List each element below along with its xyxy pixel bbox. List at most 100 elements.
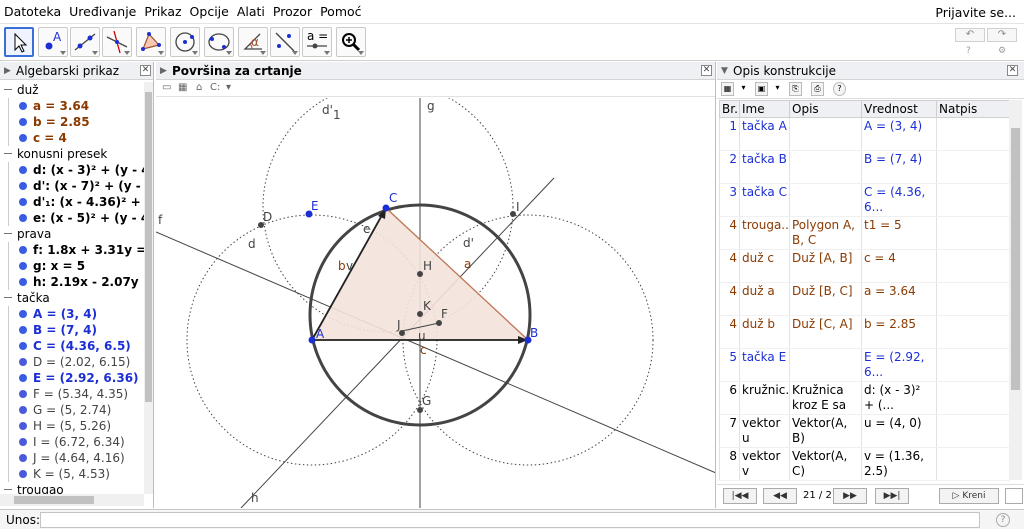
axes-toggle-icon[interactable]: ▭ [162, 82, 171, 93]
algebra-item[interactable]: I = (6.72, 6.34) [0, 434, 144, 450]
collapse-arrow-icon[interactable]: ▼ [721, 62, 728, 80]
column-header[interactable]: Opis [789, 100, 862, 118]
circle-tool-button[interactable] [170, 27, 200, 57]
visibility-toggle-icon[interactable] [19, 374, 27, 382]
print-icon[interactable]: ⎙ [811, 82, 824, 96]
menu-view[interactable]: Prikaz [140, 4, 185, 19]
algebra-item[interactable]: a = 3.64 [0, 98, 144, 114]
algebra-item[interactable]: D = (2.02, 6.15) [0, 354, 144, 370]
construction-row[interactable]: 4 duž c Duž [A, B] c = 4 [719, 249, 1010, 283]
export-icon[interactable]: ⎘ [789, 82, 802, 96]
construction-row[interactable]: 8 vektor v Vektor(A, C) v = (1.36, 2.5) [719, 447, 1010, 481]
construction-row[interactable]: 7 vektor u Vektor(A, B) u = (4, 0) [719, 414, 1010, 448]
construction-header[interactable]: ▼ Opis konstrukcije [717, 62, 1024, 80]
construction-row[interactable]: 4 trouga... Polygon A, B, Ct1 = 5 [719, 216, 1010, 250]
chevron-down-icon[interactable]: ▾ [771, 82, 784, 96]
collapse-arrow-icon[interactable]: ▶ [4, 62, 11, 80]
scroll-thumb[interactable] [14, 496, 94, 504]
algebra-view-header[interactable]: ▶ Algebarski prikaz [0, 62, 153, 80]
algebra-item[interactable]: g: x = 5 [0, 258, 144, 274]
algebra-item[interactable]: c = 4 [0, 130, 144, 146]
algebra-item[interactable]: B = (7, 4) [0, 322, 144, 338]
construction-row[interactable]: 5 tačka E E = (2.92, 6... [719, 348, 1010, 382]
input-field[interactable] [40, 512, 980, 528]
zoom-tool-button[interactable] [336, 27, 366, 57]
algebra-item[interactable]: d': (x - 7)² + (y - 4)² = [0, 178, 153, 194]
algebra-category[interactable]: prava [0, 226, 144, 242]
visibility-toggle-icon[interactable] [19, 390, 27, 398]
grid-toggle-icon[interactable]: ▦ [178, 82, 187, 93]
construction-row[interactable]: 4 duž a Duž [B, C] a = 3.64 [719, 282, 1010, 316]
options-icon[interactable]: ▣ [755, 82, 768, 96]
line-tool-button[interactable] [70, 27, 100, 57]
visibility-toggle-icon[interactable] [19, 278, 27, 286]
algebra-item[interactable]: b = 2.85 [0, 114, 144, 130]
visibility-toggle-icon[interactable] [19, 422, 27, 430]
algebra-item[interactable]: f: 1.8x + 3.31y = 24. [0, 242, 153, 258]
algebra-item[interactable]: K = (5, 4.53) [0, 466, 144, 482]
construction-close-button[interactable]: ✕ [1007, 65, 1018, 76]
point-tool-button[interactable]: A [38, 27, 68, 57]
reflect-tool-button[interactable] [270, 27, 300, 57]
algebra-category[interactable]: konusni presek [0, 146, 144, 162]
algebra-item[interactable]: h: 2.19x - 2.07y = 1 [0, 274, 153, 290]
menu-file[interactable]: Datoteka [0, 4, 65, 19]
first-step-button[interactable]: |◀◀ [723, 488, 757, 504]
visibility-toggle-icon[interactable] [19, 214, 27, 222]
move-tool-button[interactable] [4, 27, 34, 57]
input-help-icon[interactable]: ? [996, 513, 1010, 527]
algebra-close-button[interactable]: ✕ [140, 65, 151, 76]
algebra-item[interactable]: J = (4.64, 4.16) [0, 450, 144, 466]
construction-row[interactable]: 4 duž b Duž [C, A] b = 2.85 [719, 315, 1010, 349]
columns-icon[interactable]: ▦ [721, 82, 734, 96]
algebra-item[interactable]: H = (5, 5.26) [0, 418, 144, 434]
scroll-thumb[interactable] [145, 92, 152, 402]
algebra-vertical-scrollbar[interactable] [144, 82, 153, 494]
algebra-item[interactable]: F = (5.34, 4.35) [0, 386, 144, 402]
algebra-item[interactable]: e: (x - 5)² + (y - 4.53 [0, 210, 153, 226]
menu-tools[interactable]: Alati [233, 4, 269, 19]
point-capture-dropdown[interactable]: C: [210, 82, 220, 93]
chevron-down-icon[interactable]: ▾ [737, 82, 750, 96]
visibility-toggle-icon[interactable] [19, 102, 27, 110]
visibility-toggle-icon[interactable] [19, 198, 27, 206]
visibility-toggle-icon[interactable] [19, 470, 27, 478]
visibility-toggle-icon[interactable] [19, 454, 27, 462]
visibility-toggle-icon[interactable] [19, 310, 27, 318]
column-header[interactable]: Ime [739, 100, 790, 118]
slider-tool-button[interactable]: a = 2 [302, 27, 340, 57]
menu-edit[interactable]: Uređivanje [65, 4, 140, 19]
algebra-item[interactable]: A = (3, 4) [0, 306, 144, 322]
sign-in-link[interactable]: Prijavite se... [935, 5, 1016, 20]
construction-scrollbar[interactable] [1009, 100, 1022, 480]
construction-row[interactable]: 6kružnic...Kružnica kroz E sad: (x - 3)²… [719, 381, 1010, 415]
undo-button[interactable]: ↶ [955, 28, 985, 42]
speed-field[interactable] [1005, 488, 1023, 504]
angle-tool-button[interactable]: α [238, 27, 268, 57]
scroll-thumb[interactable] [1011, 128, 1020, 390]
menu-help[interactable]: Pomoć [316, 4, 365, 19]
algebra-item[interactable]: G = (5, 2.74) [0, 402, 144, 418]
construction-row[interactable]: 2 tačka B B = (7, 4) [719, 150, 1010, 184]
visibility-toggle-icon[interactable] [19, 246, 27, 254]
play-button[interactable]: ▷ Kreni [939, 488, 999, 504]
visibility-toggle-icon[interactable] [19, 438, 27, 446]
algebra-item[interactable]: d: (x - 3)² + (y - 4)² = [0, 162, 153, 178]
settings-gear-icon[interactable]: ⚙ [998, 46, 1006, 56]
visibility-toggle-icon[interactable] [19, 134, 27, 142]
construction-row[interactable]: 3 tačka C C = (4.36, 6... [719, 183, 1010, 217]
visibility-toggle-icon[interactable] [19, 342, 27, 350]
algebra-item[interactable]: C = (4.36, 6.5) [0, 338, 144, 354]
visibility-toggle-icon[interactable] [19, 262, 27, 270]
column-header[interactable]: Natpis [936, 100, 1010, 118]
last-step-button[interactable]: ▶▶| [875, 488, 909, 504]
algebra-horizontal-scrollbar[interactable] [0, 494, 144, 506]
visibility-toggle-icon[interactable] [19, 182, 27, 190]
polygon-tool-button[interactable] [136, 27, 166, 57]
algebra-item[interactable]: E = (2.92, 6.36) [0, 370, 144, 386]
point-A[interactable] [308, 336, 316, 344]
visibility-toggle-icon[interactable] [19, 166, 27, 174]
menu-options[interactable]: Opcije [186, 4, 233, 19]
redo-button[interactable]: ↷ [987, 28, 1017, 42]
conic-tool-button[interactable] [204, 27, 234, 57]
